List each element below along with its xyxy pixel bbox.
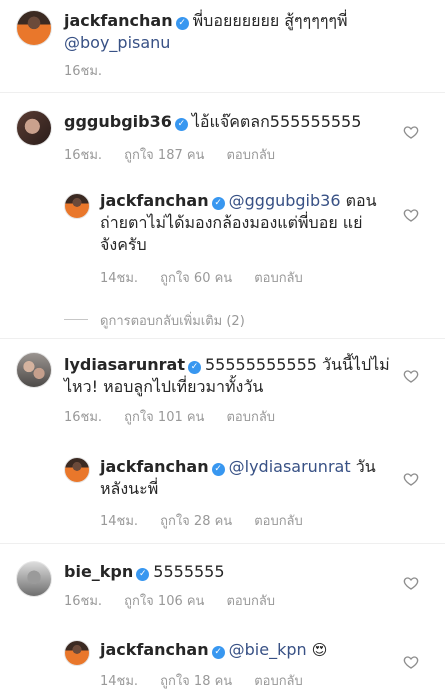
comment-text: วัน [355,457,376,476]
username[interactable]: jackfanchan [100,191,209,210]
comment-meta: 14ชม. ถูกใจ 60 คน ตอบกลับ [100,267,325,288]
likes-count[interactable]: ถูกใจ 60 คน [160,271,232,286]
comment-text: ไอ้แจ๊คตลก555555555 [191,112,362,131]
like-heart-icon[interactable] [403,471,419,487]
mention-link[interactable]: @gggubgib36 [229,191,341,210]
avatar[interactable] [16,10,52,46]
verified-badge-icon: ✓ [211,646,225,659]
reply-button[interactable]: ตอบกลับ [226,410,275,425]
reply-button[interactable]: ตอบกลับ [254,674,303,689]
likes-count[interactable]: ถูกใจ 187 คน [124,148,204,163]
timestamp: 14ชม. [100,514,139,529]
avatar[interactable] [16,110,52,146]
avatar[interactable] [64,457,90,483]
like-heart-icon[interactable] [403,368,419,384]
timestamp: 16ชม. [64,64,103,79]
verified-badge-icon: ✓ [136,568,150,581]
mention-link[interactable]: @bie_kpn [229,640,307,659]
verified-badge-icon: ✓ [175,17,189,30]
likes-count[interactable]: ถูกใจ 106 คน [124,594,204,609]
reply-button[interactable]: ตอบกลับ [226,594,275,609]
username[interactable]: jackfanchan [100,640,209,659]
timestamp: 16ชม. [64,594,103,609]
comment-text: ไหว! หอบลูกไปเที่ยวมาทั้งวัน [64,377,264,396]
divider [0,92,445,93]
timestamp: 16ชม. [64,410,103,425]
heart-eyes-emoji: 😍 [311,641,328,659]
comment-meta: 16ชม. ถูกใจ 187 คน ตอบกลับ [64,144,297,165]
username[interactable]: lydiasarunrat [64,355,185,374]
verified-badge-icon: ✓ [174,118,188,131]
likes-count[interactable]: ถูกใจ 28 คน [160,514,232,529]
like-heart-icon[interactable] [403,575,419,591]
like-heart-icon[interactable] [403,654,419,670]
mention-link[interactable]: @lydiasarunrat [229,457,351,476]
timestamp: 14ชม. [100,271,139,286]
reply-button[interactable]: ตอบกลับ [254,514,303,529]
avatar[interactable] [16,561,52,597]
avatar[interactable] [64,640,90,666]
username[interactable]: jackfanchan [100,457,209,476]
comment-text: หลังนะพี่ [100,479,159,498]
comment-text: ถ่ายตาไม่ได้มองกล้องมองแต่พี่บอย แย่ [100,213,363,232]
avatar[interactable] [64,193,90,219]
like-heart-icon[interactable] [403,207,419,223]
divider [0,338,445,339]
timestamp: 14ชม. [100,674,139,689]
username[interactable]: bie_kpn [64,562,133,581]
mention-link[interactable]: @boy_pisanu [64,33,170,52]
comment-text: จังครับ [100,235,147,254]
view-more-line [64,319,88,320]
likes-count[interactable]: ถูกใจ 101 คน [124,410,204,425]
comment-meta: 16ชม. [64,60,124,81]
verified-badge-icon: ✓ [187,361,201,374]
username[interactable]: jackfanchan [64,11,173,30]
reply-button[interactable]: ตอบกลับ [254,271,303,286]
timestamp: 16ชม. [64,148,103,163]
comment-text: 5555555 [153,562,225,581]
comment-meta: 16ชม. ถูกใจ 101 คน ตอบกลับ [64,406,297,427]
like-heart-icon[interactable] [403,124,419,140]
view-more-replies-button[interactable]: ดูการตอบกลับเพิ่มเติม (2) [100,310,245,331]
verified-badge-icon: ✓ [211,197,225,210]
comment-meta: 16ชม. ถูกใจ 106 คน ตอบกลับ [64,590,297,611]
username[interactable]: gggubgib36 [64,112,172,131]
divider [0,543,445,544]
comment-text: พี่บอยยยยยย สู้ๆๆๆๆๆพี่ [192,11,348,30]
likes-count[interactable]: ถูกใจ 18 คน [160,674,232,689]
comment-text: 55555555555 วันนี้ไปไม่ [204,355,390,374]
verified-badge-icon: ✓ [211,463,225,476]
reply-button[interactable]: ตอบกลับ [226,148,275,163]
avatar[interactable] [16,352,52,388]
comment-meta: 14ชม. ถูกใจ 28 คน ตอบกลับ [100,510,325,531]
comment-meta: 14ชม. ถูกใจ 18 คน ตอบกลับ [100,670,325,691]
comment-text: ตอน [345,191,377,210]
